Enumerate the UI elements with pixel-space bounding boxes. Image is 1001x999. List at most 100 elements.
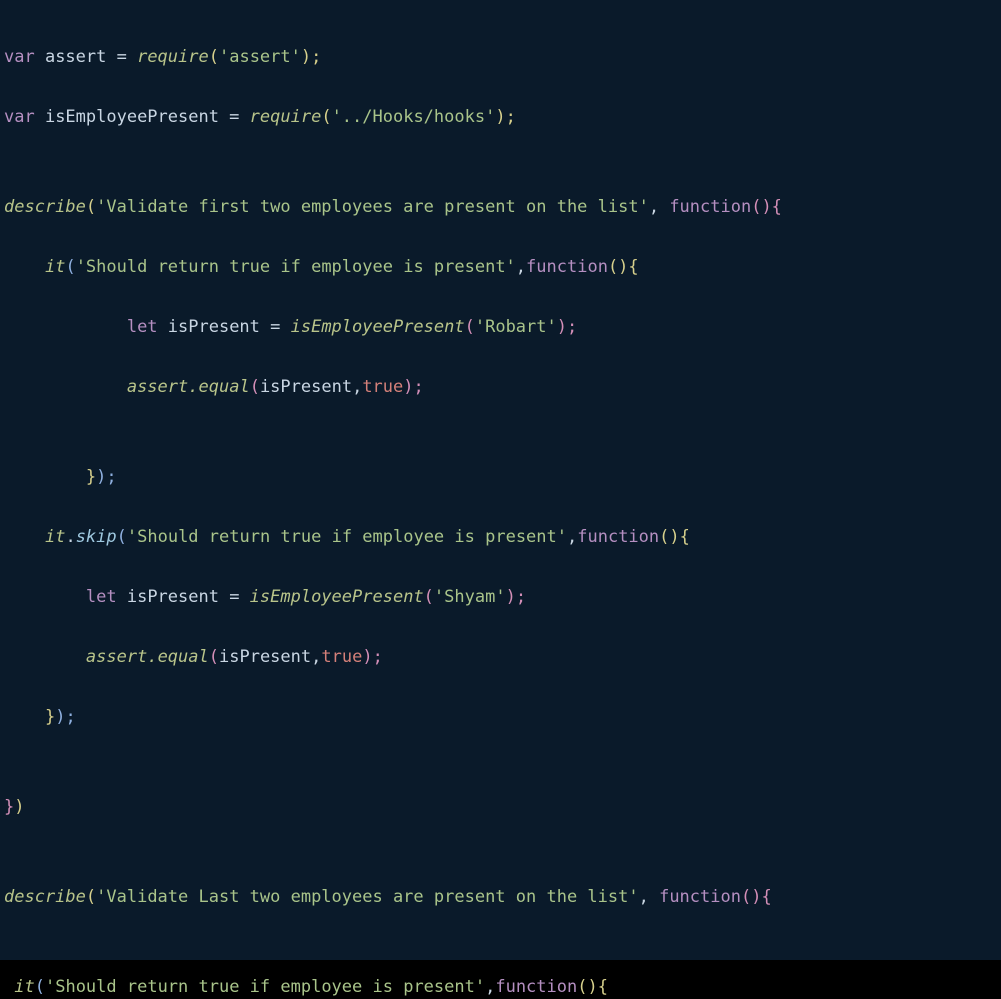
- obj-it: it: [45, 527, 65, 547]
- code-line: assert.equal(isPresent,true);: [4, 642, 1001, 672]
- code-line: assert.equal(isPresent,true);: [4, 372, 1001, 402]
- keyword-function: function: [526, 257, 608, 277]
- string-literal: 'Should return true if employee is prese…: [45, 977, 485, 997]
- code-line: let isPresent = isEmployeePresent('Robar…: [4, 312, 1001, 342]
- identifier: isPresent: [260, 377, 352, 397]
- paren-open: (: [424, 587, 434, 607]
- brace-close: }: [45, 707, 55, 727]
- punct: (){: [659, 527, 690, 547]
- paren-close: );: [362, 647, 382, 667]
- keyword-function: function: [495, 977, 577, 997]
- paren-close: );: [403, 377, 423, 397]
- punct: );: [55, 707, 75, 727]
- paren-open: (: [117, 527, 127, 547]
- paren-open: (: [465, 317, 475, 337]
- punct: (){: [577, 977, 608, 997]
- dot: .: [188, 377, 198, 397]
- dot: .: [147, 647, 157, 667]
- indent: [4, 707, 45, 727]
- comma: ,: [516, 257, 526, 277]
- paren-open: (: [321, 107, 331, 127]
- paren-close: );: [495, 107, 515, 127]
- keyword-function: function: [669, 197, 751, 217]
- identifier: isEmployeePresent =: [35, 107, 250, 127]
- identifier: isPresent =: [158, 317, 291, 337]
- fn-require: require: [137, 47, 209, 67]
- code-line: }): [4, 792, 1001, 822]
- fn-it: it: [45, 257, 65, 277]
- code-line: let isPresent = isEmployeePresent('Shyam…: [4, 582, 1001, 612]
- bool-true: true: [321, 647, 362, 667]
- comma: ,: [567, 527, 577, 547]
- paren-open: (: [86, 197, 96, 217]
- code-line: describe('Validate first two employees a…: [4, 192, 1001, 222]
- punct: ): [14, 797, 24, 817]
- code-line: });: [4, 702, 1001, 732]
- keyword-let: let: [86, 587, 117, 607]
- obj-assert: assert: [127, 377, 188, 397]
- indent: [4, 527, 45, 547]
- identifier: isPresent: [219, 647, 311, 667]
- punct: (){: [608, 257, 639, 277]
- paren-open: (: [35, 977, 45, 997]
- string-literal: 'Should return true if employee is prese…: [127, 527, 567, 547]
- fn-describe: describe: [4, 197, 86, 217]
- comma: ,: [485, 977, 495, 997]
- indent: [4, 257, 45, 277]
- paren-open: (: [250, 377, 260, 397]
- code-editor[interactable]: var assert = require('assert'); var isEm…: [0, 0, 1001, 960]
- comma: ,: [352, 377, 362, 397]
- comma: ,: [649, 197, 669, 217]
- keyword-function: function: [659, 887, 741, 907]
- fn-is-employee-present: isEmployeePresent: [291, 317, 465, 337]
- keyword-let: let: [127, 317, 158, 337]
- paren-open: (: [209, 47, 219, 67]
- code-line: var isEmployeePresent = require('../Hook…: [4, 102, 1001, 132]
- comma: ,: [311, 647, 321, 667]
- string-literal: 'Shyam': [434, 587, 506, 607]
- method-equal: equal: [158, 647, 209, 667]
- indent: [4, 467, 86, 487]
- indent: [4, 587, 86, 607]
- method-skip: skip: [76, 527, 117, 547]
- code-line: it('Should return true if employee is pr…: [4, 252, 1001, 282]
- brace-close: }: [86, 467, 96, 487]
- bool-true: true: [362, 377, 403, 397]
- brace-close: }: [4, 797, 14, 817]
- indent: [4, 647, 86, 667]
- keyword-var: var: [4, 107, 35, 127]
- dot: .: [65, 527, 75, 547]
- paren-open: (: [65, 257, 75, 277]
- code-line: });: [4, 462, 1001, 492]
- string-literal: 'assert': [219, 47, 301, 67]
- fn-is-employee-present: isEmployeePresent: [250, 587, 424, 607]
- paren-close: );: [506, 587, 526, 607]
- code-line: it.skip('Should return true if employee …: [4, 522, 1001, 552]
- paren-close: );: [557, 317, 577, 337]
- code-line: var assert = require('assert');: [4, 42, 1001, 72]
- identifier: assert =: [35, 47, 137, 67]
- fn-it: it: [14, 977, 34, 997]
- paren-open: (: [86, 887, 96, 907]
- punct: (){: [751, 197, 782, 217]
- code-line: it('Should return true if employee is pr…: [4, 972, 1001, 999]
- obj-assert: assert: [86, 647, 147, 667]
- string-literal: 'Validate Last two employees are present…: [96, 887, 638, 907]
- string-literal: 'Should return true if employee is prese…: [76, 257, 516, 277]
- fn-describe: describe: [4, 887, 86, 907]
- method-equal: equal: [199, 377, 250, 397]
- paren-open: (: [209, 647, 219, 667]
- string-literal: '../Hooks/hooks': [332, 107, 496, 127]
- indent: [4, 377, 127, 397]
- indent: [4, 977, 14, 997]
- keyword-function: function: [577, 527, 659, 547]
- identifier: isPresent =: [117, 587, 250, 607]
- punct: );: [96, 467, 116, 487]
- string-literal: 'Validate first two employees are presen…: [96, 197, 649, 217]
- string-literal: 'Robart': [475, 317, 557, 337]
- comma: ,: [639, 887, 659, 907]
- paren-close: );: [301, 47, 321, 67]
- code-line: describe('Validate Last two employees ar…: [4, 882, 1001, 912]
- punct: (){: [741, 887, 772, 907]
- fn-require: require: [250, 107, 322, 127]
